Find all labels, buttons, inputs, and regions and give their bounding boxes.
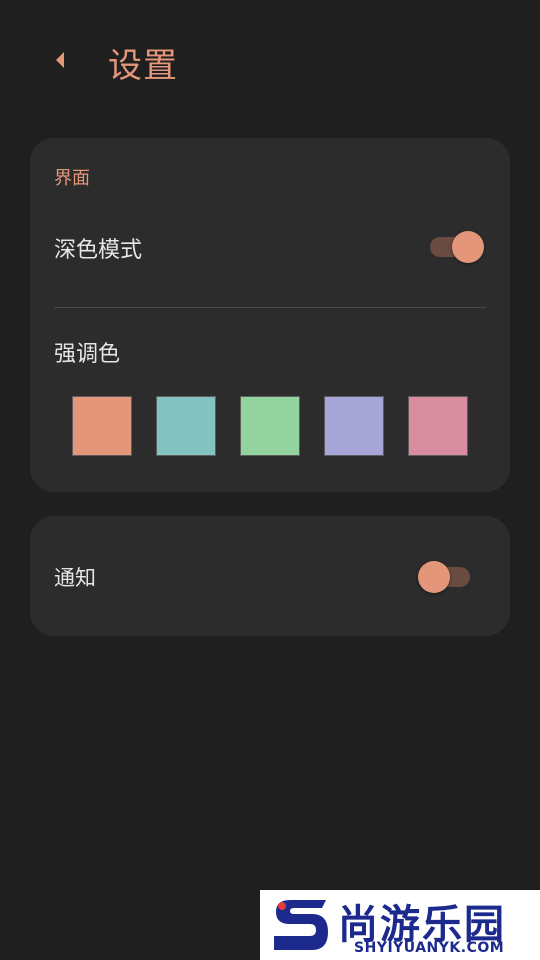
section-label-appearance: 界面 (54, 168, 90, 189)
watermark-s-icon (274, 900, 328, 950)
back-button[interactable] (44, 44, 76, 76)
dark-mode-toggle[interactable] (430, 230, 484, 264)
notifications-label: 通知 (54, 566, 96, 590)
dark-mode-label: 深色模式 (54, 238, 143, 263)
toggle-thumb (452, 231, 484, 263)
app-header: 设置 (0, 0, 540, 120)
accent-color-label: 强调色 (54, 342, 121, 367)
watermark-en-text: SHYIYUANYK.COM (354, 940, 505, 956)
watermark-logo: 尚游乐园 SHYIYUANYK.COM (260, 890, 540, 960)
chevron-left-icon (56, 52, 64, 68)
accent-swatch-green[interactable] (240, 396, 300, 456)
divider (54, 307, 486, 308)
appearance-card: 界面 深色模式 强调色 (30, 138, 510, 492)
accent-swatch-orange[interactable] (72, 396, 132, 456)
notifications-toggle[interactable] (418, 560, 480, 594)
accent-color-swatches (72, 396, 468, 456)
notifications-card: 通知 (30, 516, 510, 636)
accent-swatch-lavender[interactable] (324, 396, 384, 456)
toggle-thumb (418, 561, 450, 593)
accent-swatch-teal[interactable] (156, 396, 216, 456)
accent-swatch-pink[interactable] (408, 396, 468, 456)
page-title: 设置 (108, 46, 178, 86)
